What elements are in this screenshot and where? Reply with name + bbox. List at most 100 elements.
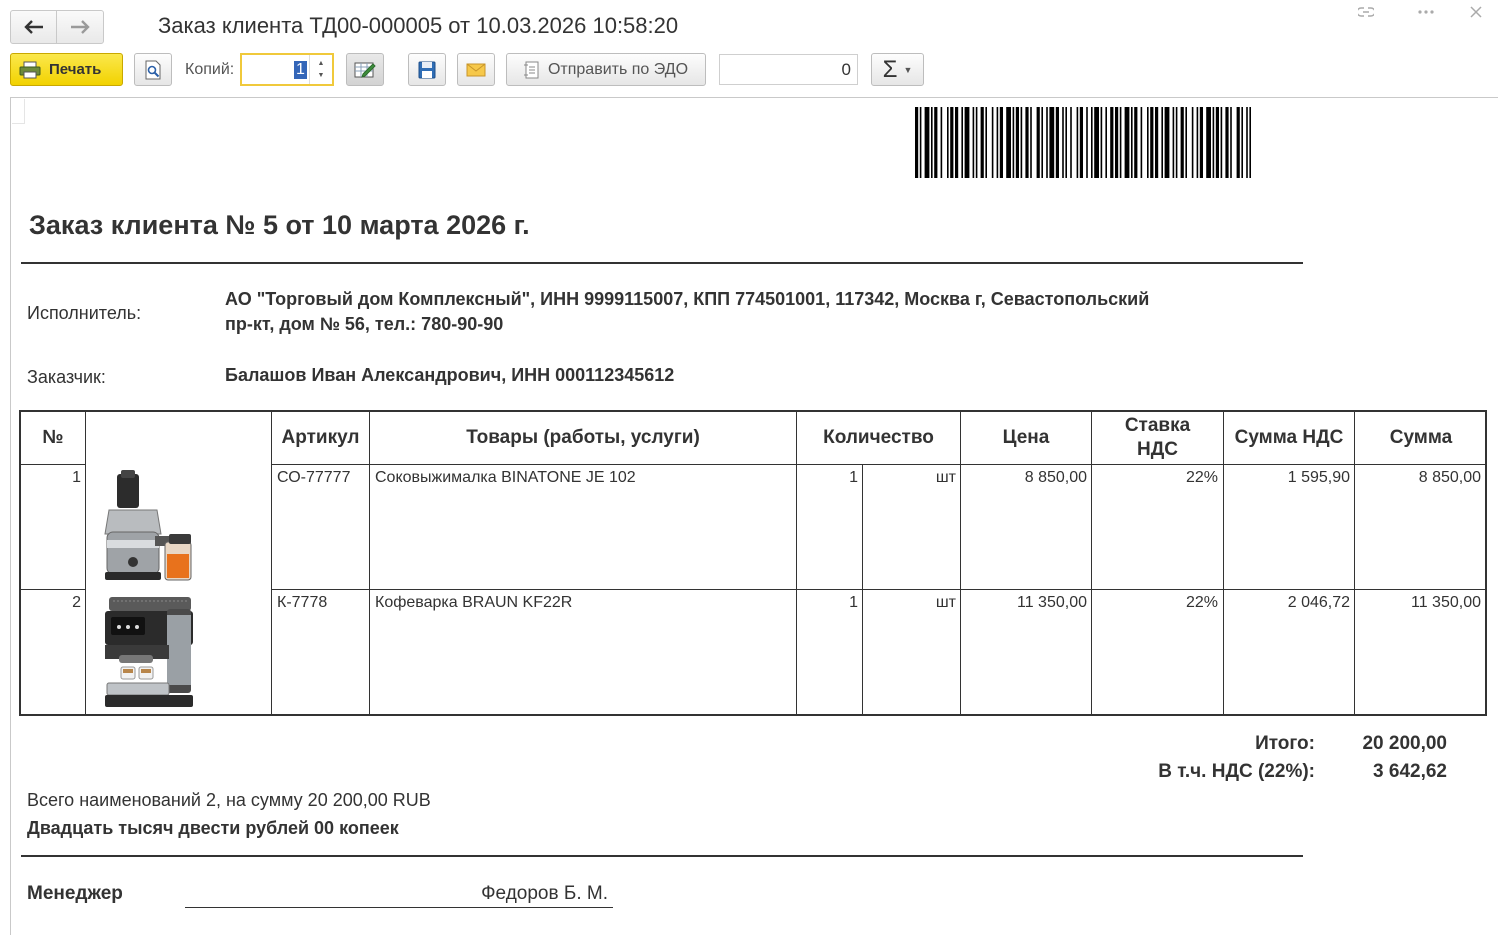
link-icon	[1358, 7, 1374, 17]
selection-sum-field[interactable]: 0	[719, 54, 858, 85]
send-edo-button[interactable]: Отправить по ЭДО	[506, 53, 706, 86]
back-button[interactable]	[11, 11, 57, 43]
barcode-bar	[985, 107, 987, 178]
title-divider	[21, 262, 1303, 264]
barcode	[915, 107, 1251, 178]
barcode-bar	[1079, 107, 1083, 178]
row-divider	[271, 464, 1487, 465]
header-goods: Товары (работы, услуги)	[466, 427, 700, 448]
barcode-bar	[1220, 107, 1223, 178]
customer-label: Заказчик:	[27, 367, 106, 387]
summary-line: Всего наименований 2, на сумму 20 200,00…	[27, 790, 431, 810]
barcode-bar	[1119, 107, 1122, 178]
barcode-bar	[1115, 107, 1119, 178]
executor-label: Исполнитель:	[27, 303, 142, 323]
barcode-bar	[1175, 107, 1178, 178]
window-title: Заказ клиента ТД00-000005 от 10.03.2026 …	[158, 13, 679, 38]
barcode-bar	[1062, 107, 1064, 178]
print-label: Печать	[49, 61, 102, 78]
copies-stepper[interactable]: ▲ ▼	[309, 55, 332, 84]
barcode-bar	[1134, 107, 1138, 178]
barcode-bar	[1185, 107, 1187, 178]
barcode-bar	[1124, 107, 1130, 178]
barcode-bar	[919, 107, 922, 178]
col-divider	[271, 412, 272, 714]
barcode-bar	[1246, 107, 1248, 178]
edit-table-icon	[354, 62, 376, 78]
close-icon	[1470, 6, 1482, 18]
barcode-bar	[975, 107, 978, 178]
close-button[interactable]	[1462, 0, 1490, 24]
barcode-bar	[1236, 107, 1240, 178]
edit-mode-button[interactable]	[346, 53, 384, 86]
barcode-bar	[1076, 107, 1079, 178]
forward-button[interactable]	[57, 11, 102, 43]
col-divider	[796, 412, 797, 714]
more-button[interactable]	[1412, 0, 1440, 24]
barcode-bar	[1196, 107, 1199, 178]
barcode-bar	[1100, 107, 1103, 178]
barcode-bar	[1225, 107, 1229, 178]
barcode-bar	[1215, 107, 1219, 178]
more-icon	[1418, 10, 1434, 14]
barcode-bar	[1105, 107, 1107, 178]
edo-send-icon	[523, 61, 539, 78]
col-divider	[369, 412, 370, 714]
col-divider	[960, 412, 961, 714]
barcode-bar	[1199, 107, 1203, 178]
copies-value: 1	[294, 61, 307, 79]
send-edo-label: Отправить по ЭДО	[547, 60, 689, 78]
table-cell-num: 2	[72, 594, 81, 611]
vat-total-label: В т.ч. НДС (22%):	[1158, 761, 1315, 782]
amount-in-words: Двадцать тысяч двести рублей 00 копеек	[27, 818, 399, 838]
barcode-bar	[924, 107, 930, 178]
table-cell-quantity: 1	[849, 469, 858, 486]
executor-line-2: пр-кт, дом № 56, тел.: 780-90-90	[225, 314, 504, 334]
barcode-bar	[1012, 107, 1015, 178]
table-cell-sum: 11 350,00	[1411, 594, 1481, 611]
juicer-product-image	[104, 470, 192, 581]
barcode-bar	[1049, 107, 1055, 178]
barcode-bar	[1015, 107, 1019, 178]
preview-button[interactable]	[134, 53, 172, 86]
header-vat-rate-line1: Ставка	[1124, 415, 1191, 436]
header-vat-rate: Ставка НДС	[1092, 414, 1223, 462]
barcode-bar	[1164, 107, 1170, 178]
header-article: Артикул	[281, 427, 360, 448]
send-email-button[interactable]	[457, 53, 495, 86]
envelope-icon	[466, 63, 486, 76]
barcode-bar	[1025, 107, 1029, 178]
barcode-bar	[1249, 107, 1251, 178]
vat-total-value: 3 642,62	[1373, 761, 1447, 782]
header-vat-rate-line2: НДС	[1137, 439, 1178, 460]
barcode-bar	[1241, 107, 1243, 178]
customer-value: Балашов Иван Александрович, ИНН 00011234…	[225, 365, 675, 385]
link-button[interactable]	[1352, 0, 1380, 24]
table-cell-sum: 8 850,00	[1418, 469, 1481, 486]
copies-input[interactable]: 1 ▲ ▼	[240, 53, 334, 86]
barcode-bar	[1046, 107, 1048, 178]
barcode-bar	[964, 107, 970, 178]
cell-corner-marker	[12, 99, 25, 124]
barcode-bar	[955, 107, 959, 178]
barcode-bar	[1191, 107, 1194, 178]
barcode-bar	[1065, 107, 1067, 178]
row-divider	[21, 589, 85, 590]
barcode-bar	[1041, 107, 1043, 178]
print-button[interactable]: Печать	[10, 53, 123, 86]
barcode-bar	[1086, 107, 1088, 178]
table-cell-price: 11 350,00	[1017, 594, 1087, 611]
arrow-right-icon	[70, 20, 90, 34]
table-cell-goods: Кофеварка BRAUN KF22R	[375, 594, 573, 611]
save-button[interactable]	[408, 53, 446, 86]
col-divider	[85, 412, 86, 714]
barcode-bar	[972, 107, 975, 178]
barcode-bar	[999, 107, 1003, 178]
sum-mode-button[interactable]: Σ ▼	[871, 53, 924, 86]
barcode-bar	[1091, 107, 1093, 178]
barcode-bar	[1212, 107, 1215, 178]
copies-label: Копий:	[185, 61, 235, 78]
table-cell-unit: шт	[935, 469, 956, 486]
barcode-bar	[1036, 107, 1040, 178]
printer-icon	[19, 61, 41, 78]
